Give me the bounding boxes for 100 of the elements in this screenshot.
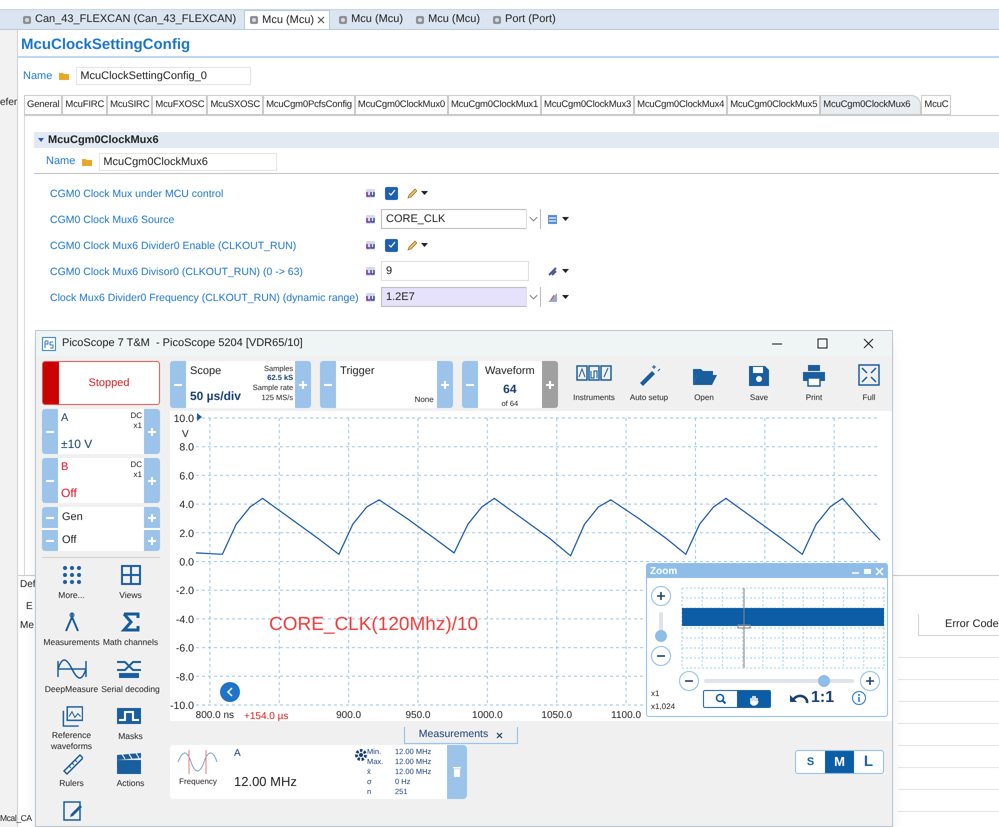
toolbar-button[interactable]: Print: [791, 361, 837, 408]
editor-tab[interactable]: Mcu (Mcu): [334, 10, 408, 29]
toolbar-button[interactable]: Save: [736, 361, 782, 408]
ruler-icon[interactable]: [60, 752, 82, 776]
slider-thumb[interactable]: [818, 675, 830, 687]
config-tab[interactable]: McuCgm0ClockMux4: [634, 95, 728, 115]
panel-tab[interactable]: Measurements: [404, 727, 518, 744]
tool-label[interactable]: Actions: [116, 778, 144, 789]
config-tab[interactable]: McuCgm0ClockMux5: [727, 95, 820, 115]
tool-label[interactable]: Math channels: [102, 637, 158, 648]
name-field[interactable]: McuCgm0ClockMux6: [99, 152, 278, 170]
label: E: [26, 600, 33, 614]
config-tab[interactable]: McuFIRC: [62, 95, 108, 115]
config-tab[interactable]: McuCgm0ClockMux3: [541, 95, 634, 115]
fullscreen-icon: [857, 363, 881, 387]
scale-label: x1,024: [651, 701, 676, 713]
section-header[interactable]: McuCgm0ClockMux6: [34, 132, 999, 148]
check-icon: [388, 241, 396, 249]
caret-icon[interactable]: [421, 190, 429, 196]
info-icon[interactable]: [852, 691, 866, 705]
caret-icon[interactable]: [562, 216, 570, 222]
dropdown[interactable]: CORE_CLK: [381, 209, 541, 229]
probe-label: x1: [134, 469, 142, 481]
mode-button[interactable]: [737, 691, 770, 707]
annotation-text: CORE_CLK(120Mhz)/10: [269, 613, 478, 637]
size-option[interactable]: S: [796, 751, 825, 773]
axis-label: 2.0: [179, 528, 194, 540]
plus-icon: [297, 378, 310, 390]
pencil-icon[interactable]: [406, 188, 417, 198]
settings-icon[interactable]: [354, 748, 368, 762]
config-tab[interactable]: McuSIRC: [107, 95, 152, 115]
config-tab[interactable]: McuFXOSC: [152, 95, 208, 115]
dropdown[interactable]: 1.2E7: [381, 287, 541, 307]
pencil-icon[interactable]: [406, 240, 417, 250]
config-tab[interactable]: McuCgm0ClockMux1: [448, 95, 542, 115]
timebase-value: 50 µs/div: [190, 388, 241, 405]
axis-label: -4.0: [176, 614, 194, 626]
zoom-slider[interactable]: [655, 612, 667, 640]
close-icon[interactable]: [317, 16, 326, 24]
caret-icon[interactable]: [562, 268, 570, 274]
tool-label[interactable]: Rulers: [59, 778, 84, 789]
axis-label: -2.0: [176, 585, 194, 598]
axis-label: 8.0: [179, 442, 194, 454]
zoom-cursor[interactable]: [738, 588, 750, 668]
zoom-out-button[interactable]: [651, 646, 671, 666]
checkbox[interactable]: [385, 186, 398, 200]
plus-icon: [146, 512, 158, 524]
editor-tab[interactable]: Mcu (Mcu): [244, 10, 330, 29]
tool-label[interactable]: Reference waveforms: [42, 730, 101, 752]
back-button[interactable]: [220, 682, 240, 702]
editor-tab[interactable]: Can_43_FLEXCAN (Can_43_FLEXCAN): [18, 10, 240, 29]
wave-icon[interactable]: [56, 658, 88, 682]
caret-icon[interactable]: [421, 242, 429, 248]
close-icon[interactable]: [496, 732, 504, 738]
name-field[interactable]: McuClockSettingConfig_0: [76, 67, 252, 85]
axis-label: 900.0: [336, 710, 362, 721]
marker-icon[interactable]: [197, 413, 202, 421]
config-tab[interactable]: General: [24, 95, 62, 115]
save-icon: [746, 363, 772, 387]
reset-button[interactable]: 1:1: [811, 686, 834, 710]
checkbox[interactable]: [385, 238, 398, 252]
zoom-slider[interactable]: [704, 675, 854, 687]
config-tab[interactable]: McuCgm0ClockMux0: [354, 95, 448, 115]
tool-label[interactable]: DeepMeasure: [44, 684, 98, 695]
plus-icon: [544, 378, 556, 390]
zoom-in-button[interactable]: [860, 671, 880, 691]
config-tab[interactable]: McuSXOSC: [207, 95, 264, 115]
zoom-out-button[interactable]: [679, 671, 699, 691]
toolbar-button[interactable]: Auto setup: [626, 361, 672, 408]
zoom-in-button[interactable]: [651, 586, 671, 606]
plus-button[interactable]: [542, 361, 558, 408]
caret-icon: [38, 137, 44, 143]
caret-icon[interactable]: [562, 294, 570, 300]
config-tab[interactable]: McuCgm0ClockMux6: [820, 95, 922, 115]
tool-label[interactable]: Serial decoding: [101, 684, 160, 695]
tool-label[interactable]: More...: [58, 590, 85, 601]
number-field[interactable]: 9: [381, 261, 529, 281]
tool-label[interactable]: Measurements: [43, 637, 100, 648]
editor-tab[interactable]: Port (Port): [488, 10, 560, 29]
waveform-icon[interactable]: [60, 705, 82, 728]
field-label: Name: [46, 154, 76, 170]
toolbar-button[interactable]: Open: [681, 361, 727, 408]
editor-tab[interactable]: Mcu (Mcu): [411, 10, 484, 29]
table-icon[interactable]: [547, 214, 558, 224]
config-tab[interactable]: McuCgm0PcfsConfig: [263, 95, 355, 115]
size-option[interactable]: M: [825, 751, 854, 773]
note-icon[interactable]: [60, 799, 82, 823]
config-tab[interactable]: McuC: [921, 95, 952, 115]
grid-icon[interactable]: [120, 564, 142, 588]
wand-icon[interactable]: [547, 266, 558, 276]
toolbar-button[interactable]: Full: [846, 361, 892, 408]
slider-thumb[interactable]: [655, 630, 667, 642]
tool-label[interactable]: Views: [119, 590, 142, 601]
channel-name: B: [61, 460, 68, 475]
tool-label[interactable]: Masks: [118, 731, 143, 742]
stop-button[interactable]: Stopped: [42, 361, 160, 405]
ruler-icon[interactable]: [547, 292, 558, 302]
toolbar-button[interactable]: Instruments: [571, 361, 617, 408]
size-option[interactable]: L: [854, 751, 883, 773]
printer-icon: [801, 363, 827, 387]
